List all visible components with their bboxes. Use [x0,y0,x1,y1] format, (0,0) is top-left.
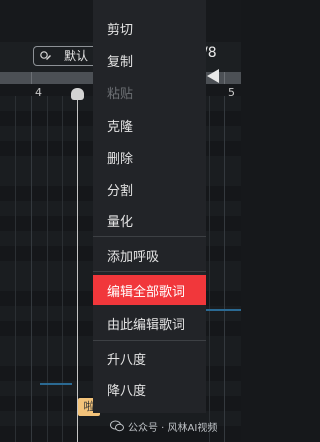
menu-item-edit-all-lyrics[interactable]: 编辑全部歌词 [93,275,206,305]
menu-item-octave-up[interactable]: 升八度 [93,343,206,373]
ruler-tick [31,72,32,84]
wechat-icon [110,420,124,432]
grid-beat-line [15,96,16,442]
menu-item-label: 克隆 [107,120,134,135]
grid-beat-line [47,96,48,442]
menu-item-paste[interactable]: 粘贴 [93,77,206,107]
grid-bar-line [31,96,32,442]
menu-item-label: 粘贴 [107,87,134,102]
menu-item-label: 复制 [107,55,134,70]
menu-separator [93,271,206,272]
pitch-line [206,309,241,311]
menu-item-quantize[interactable]: 量化 [93,205,206,235]
menu-item-label: 升八度 [107,353,147,368]
ruler-tick [224,72,225,84]
grid-bar-line [224,96,225,442]
menu-item-delete[interactable]: 删除 [93,142,206,172]
loop-end-marker[interactable] [207,69,219,83]
menu-item-label: 由此编辑歌词 [107,318,186,333]
menu-item-label: 量化 [107,215,134,230]
menu-item-copy[interactable]: 复制 [93,45,206,75]
preset-pen-icon [40,51,51,60]
menu-separator [93,340,206,341]
menu-item-label: 添加呼吸 [107,250,160,265]
pitch-line [40,383,72,385]
grid-beat-line [62,96,63,442]
menu-item-label: 分割 [107,184,134,199]
preset-label: 默认 [64,49,89,63]
menu-item-octave-down[interactable]: 降八度 [93,374,206,404]
playhead-handle[interactable] [71,88,84,100]
preset-selector[interactable]: 默认 [33,46,97,66]
menu-separator [93,236,206,237]
menu-item-cut[interactable]: 剪切 [93,13,206,43]
menu-item-edit-lyrics-from-here[interactable]: 由此编辑歌词 [93,308,206,338]
playhead-line[interactable] [77,92,78,442]
watermark-text: 公众号 · 风林AI视频 [128,423,218,434]
menu-item-split[interactable]: 分割 [93,174,206,204]
menu-item-label: 剪切 [107,23,134,38]
menu-item-label: 降八度 [107,384,147,399]
grid-beat-line [209,96,210,442]
menu-item-label: 编辑全部歌词 [107,285,186,300]
menu-item-add-breath[interactable]: 添加呼吸 [93,240,206,270]
context-menu: 剪切 复制 粘贴 克隆 删除 分割 量化 添加呼吸 编辑全部歌词 由此编辑歌词 … [93,0,206,413]
menu-item-label: 删除 [107,152,134,167]
menu-item-clone[interactable]: 克隆 [93,110,206,140]
